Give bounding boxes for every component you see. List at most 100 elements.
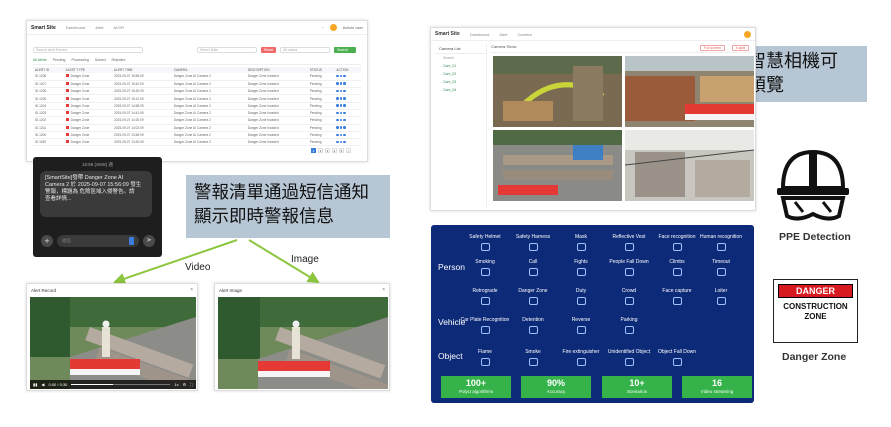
action-icon[interactable]: [343, 111, 346, 115]
table-cell[interactable]: ID.1208: [33, 73, 64, 81]
search-input[interactable]: Search Alert Record: [33, 47, 143, 53]
camera-feed-1[interactable]: [493, 56, 622, 127]
sim-icon[interactable]: [129, 237, 134, 245]
action-icon[interactable]: [343, 118, 346, 122]
fullscreen-icon[interactable]: ⛶: [190, 382, 193, 387]
table-row[interactable]: ID.1200 Danger Zone 2025-09-07 13:48:09 Dan…: [33, 131, 361, 140]
action-icon[interactable]: [339, 140, 343, 144]
reset-button[interactable]: Reset: [261, 47, 277, 53]
sms-input[interactable]: 短信: [57, 235, 139, 247]
row-actions[interactable]: [334, 80, 361, 89]
settings-icon[interactable]: ⚙: [183, 382, 187, 387]
nav-alert[interactable]: Alert: [499, 32, 507, 37]
action-icon[interactable]: [339, 104, 343, 107]
action-icon[interactable]: [339, 126, 343, 129]
video-progress-bar[interactable]: [71, 383, 171, 386]
action-icon[interactable]: [336, 126, 339, 129]
tab-solved[interactable]: Solved: [95, 58, 106, 62]
camera-feed-4[interactable]: [625, 130, 754, 201]
table-row[interactable]: ID.1199 Danger Zone 2025-09-07 13:30:09 Dan…: [33, 138, 361, 147]
table-cell[interactable]: ID.1201: [33, 124, 64, 132]
send-icon[interactable]: ➤: [143, 235, 155, 247]
action-icon[interactable]: [339, 89, 343, 93]
avatar[interactable]: [744, 30, 751, 38]
row-actions[interactable]: [334, 94, 361, 103]
table-row[interactable]: ID.1208 Danger Zone 2025-09-07 15:56:09 Dan…: [33, 73, 361, 81]
table-row[interactable]: ID.1207 Danger Zone 2025-09-07 15:42:09 Dan…: [33, 80, 361, 89]
table-cell[interactable]: ID.1199: [33, 138, 64, 147]
action-icon[interactable]: [343, 97, 346, 100]
table-row[interactable]: ID.1205 Danger Zone 2025-09-07 15:12:09 Dan…: [33, 94, 361, 103]
sidebar-item-camera[interactable]: Cam_04: [435, 86, 486, 94]
sidebar-item-camera[interactable]: Cam_02: [435, 70, 486, 78]
table-row[interactable]: ID.1203 Danger Zone 2025-09-07 14:41:09 Dan…: [33, 109, 361, 118]
next-page-button[interactable]: >: [346, 148, 351, 153]
table-cell[interactable]: ID.1205: [33, 94, 64, 103]
action-icon[interactable]: [336, 133, 339, 137]
alert-video[interactable]: ▮▮ ◀ 0:00 / 0:30 1x ⚙ ⛶: [30, 297, 196, 389]
action-icon[interactable]: [343, 140, 346, 144]
nav-alert[interactable]: Alert: [95, 25, 103, 30]
bell-icon[interactable]: ◔: [321, 25, 323, 30]
action-icon[interactable]: [336, 82, 339, 85]
page-button[interactable]: 5: [339, 148, 344, 153]
action-icon[interactable]: [336, 104, 339, 107]
table-row[interactable]: ID.1204 Danger Zone 2025-09-07 14:58:09 Dan…: [33, 102, 361, 111]
row-actions[interactable]: [334, 109, 361, 118]
action-icon[interactable]: [339, 97, 343, 100]
page-button[interactable]: 3: [325, 148, 330, 153]
action-icon[interactable]: [343, 82, 346, 85]
action-icon[interactable]: [336, 74, 339, 78]
sidebar-search[interactable]: Search: [435, 54, 486, 62]
nav-dashboard[interactable]: Dashboard: [66, 25, 86, 30]
table-cell[interactable]: ID.1203: [33, 109, 64, 118]
play-icon[interactable]: ▮▮: [33, 382, 37, 387]
camera-feed-2[interactable]: [625, 56, 754, 127]
speed-button[interactable]: 1x: [174, 382, 178, 387]
action-icon[interactable]: [339, 118, 343, 122]
action-icon[interactable]: [343, 89, 346, 93]
action-icon[interactable]: [339, 133, 343, 137]
split-button[interactable]: 4-split: [731, 45, 749, 51]
page-button[interactable]: 4: [332, 148, 337, 153]
page-button[interactable]: 2: [318, 148, 323, 153]
row-actions[interactable]: [334, 116, 361, 125]
status-select[interactable]: All status: [280, 47, 331, 53]
table-row[interactable]: ID.1206 Danger Zone 2025-09-07 15:30:09 Dan…: [33, 87, 361, 96]
nav-dashboard[interactable]: Dashboard: [470, 32, 490, 37]
row-actions[interactable]: [334, 138, 361, 147]
volume-icon[interactable]: ◀: [41, 382, 44, 387]
action-icon[interactable]: [343, 74, 346, 78]
table-row[interactable]: ID.1202 Danger Zone 2025-09-07 14:20:09 Dan…: [33, 116, 361, 125]
action-icon[interactable]: [343, 104, 346, 107]
search-button[interactable]: Search: [334, 47, 357, 53]
tab-rejected[interactable]: Rejected: [112, 58, 126, 62]
action-icon[interactable]: [336, 111, 339, 115]
tab-pending[interactable]: Pending: [53, 58, 66, 62]
action-icon[interactable]: [339, 74, 343, 78]
tab-all[interactable]: All Alerts: [33, 58, 47, 62]
action-icon[interactable]: [339, 111, 343, 115]
action-icon[interactable]: [339, 82, 343, 85]
tab-processing[interactable]: Processing: [71, 58, 88, 62]
action-icon[interactable]: [336, 140, 339, 144]
avatar[interactable]: [329, 24, 337, 31]
close-icon[interactable]: ×: [190, 287, 193, 293]
fullscreen-button[interactable]: Full screen: [699, 45, 725, 51]
action-icon[interactable]: [336, 97, 339, 100]
table-cell[interactable]: ID.1202: [33, 116, 64, 125]
table-row[interactable]: ID.1201 Danger Zone 2025-09-07 14:02:09 Dan…: [33, 124, 361, 132]
row-actions[interactable]: [334, 87, 361, 96]
date-filter[interactable]: Select Date: [197, 47, 257, 53]
action-icon[interactable]: [336, 118, 339, 122]
action-icon[interactable]: [336, 89, 339, 93]
add-icon[interactable]: +: [41, 235, 53, 247]
table-cell[interactable]: ID.1206: [33, 87, 64, 96]
nav-camera[interactable]: Camera: [518, 32, 532, 37]
table-cell[interactable]: ID.1204: [33, 102, 64, 111]
table-cell[interactable]: ID.1207: [33, 80, 64, 89]
page-button[interactable]: 1: [311, 148, 316, 153]
action-icon[interactable]: [343, 126, 346, 129]
row-actions[interactable]: [334, 102, 361, 111]
row-actions[interactable]: [334, 73, 361, 81]
